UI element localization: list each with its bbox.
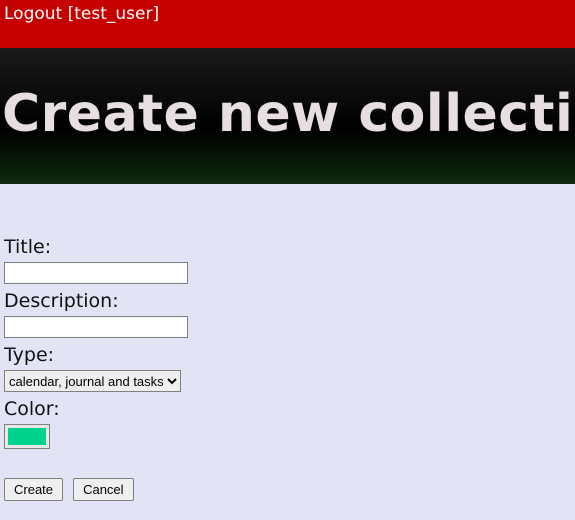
title-input[interactable] <box>4 262 188 284</box>
cancel-button[interactable]: Cancel <box>73 478 133 501</box>
color-swatch <box>8 428 46 445</box>
form-buttons: Create Cancel <box>4 477 571 501</box>
type-select[interactable]: calendar, journal and tasks <box>4 370 181 392</box>
description-label: Description: <box>4 290 571 312</box>
type-label: Type: <box>4 344 571 366</box>
title-label: Title: <box>4 236 571 258</box>
create-collection-form: Title: Description: Type: calendar, jour… <box>0 184 575 501</box>
topbar: Logout [test_user] <box>0 0 575 48</box>
logout-link[interactable]: Logout [test_user] <box>4 4 159 24</box>
create-button[interactable]: Create <box>4 478 63 501</box>
color-label: Color: <box>4 398 571 420</box>
description-input[interactable] <box>4 316 188 338</box>
hero-banner: Create new collection <box>0 48 575 184</box>
page-title: Create new collection <box>2 84 575 144</box>
color-input[interactable] <box>4 424 50 449</box>
